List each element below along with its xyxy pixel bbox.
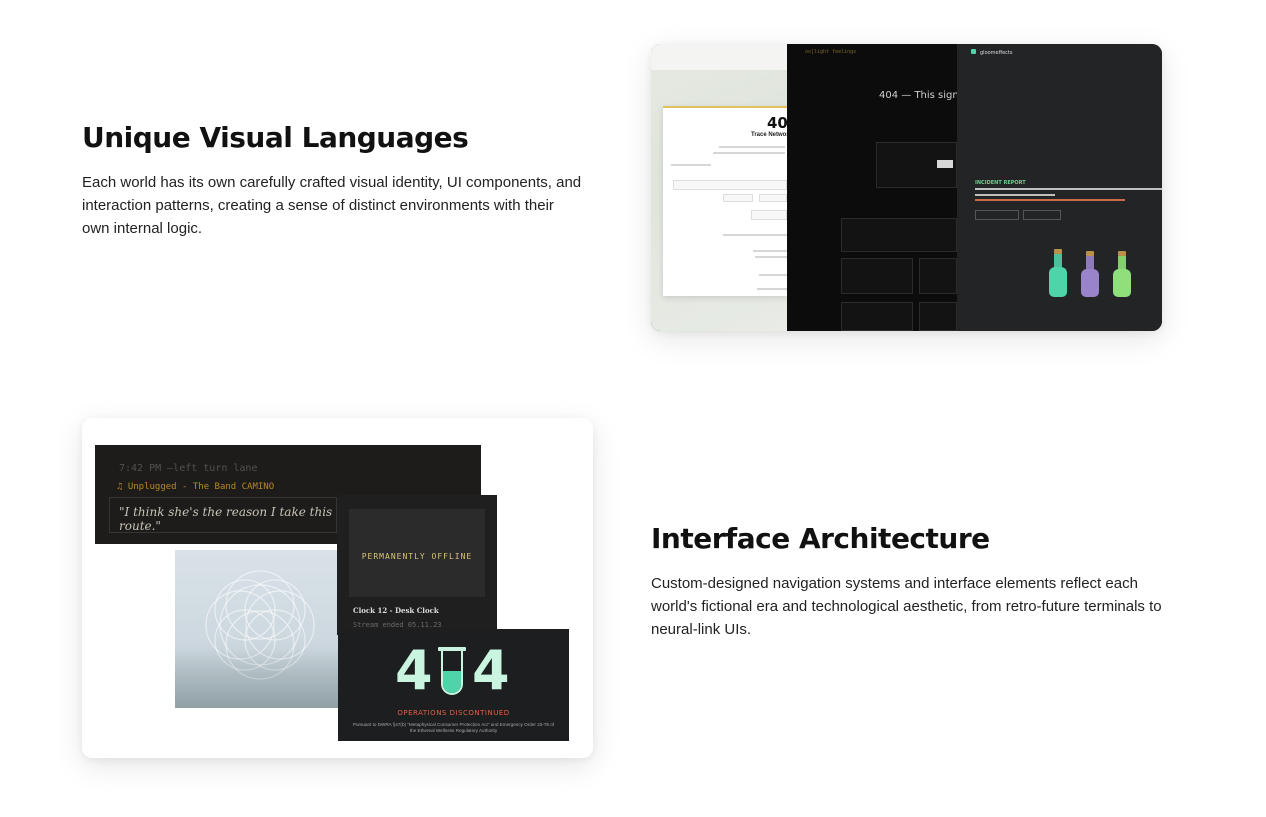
misty-forest-image (175, 550, 345, 708)
apothecary-panel: gloomeffects INCIDENT REPORT (957, 44, 1162, 331)
regulatory-fine-print: Pursuant to DWRA §47(b) "Metaphysical Co… (352, 722, 555, 733)
incident-report-label: INCIDENT REPORT (975, 180, 1026, 186)
clock-title-text: Clock 12 - Desk Clock (353, 606, 439, 615)
feature-description-visual-languages: Each world has its own carefully crafted… (82, 174, 582, 237)
visual-languages-collage-image: 404 Trace Network oo[light feelings 404 … (651, 44, 1162, 331)
operations-status-text: OPERATIONS DISCONTINUED (397, 709, 510, 717)
interface-architecture-collage-image: 7:42 PM —left turn lane ♫ Unplugged - Th… (82, 418, 593, 758)
teal-bottle-icon (1049, 249, 1067, 297)
dark-panel-tag: oo[light feelings (805, 49, 857, 55)
feature-title-interface-architecture: Interface Architecture (651, 522, 990, 555)
clock-stream-text: Stream ended 05.11.23 (353, 621, 442, 629)
feature-title-visual-languages: Unique Visual Languages (82, 121, 469, 154)
offline-status-text: PERMANENTLY OFFLINE (361, 552, 473, 561)
purple-bottle-icon (1081, 251, 1099, 297)
feature-description-interface-architecture: Custom-designed navigation systems and i… (651, 575, 1162, 638)
error-digit-left: 4 (395, 639, 433, 702)
green-bottle-icon (1113, 251, 1131, 297)
terminal-quote-text: "I think she's the reason I take this ro… (119, 505, 333, 533)
trace-network-label: Trace Network (751, 132, 793, 138)
operations-discontinued-card: 4 4 OPERATIONS DISCONTINUED Pursuant to … (338, 629, 569, 741)
error-digit-right: 4 (472, 639, 510, 702)
terminal-time-text: 7:42 PM —left turn lane (119, 463, 258, 474)
trace-network-card: 404 Trace Network (663, 106, 798, 296)
side-panel-header: gloomeffects (971, 49, 1012, 56)
terminal-song-text: ♫ Unplugged - The Band CAMINO (117, 482, 275, 492)
dark-signal-panel: oo[light feelings 404 — This signal n (787, 44, 977, 331)
map-world-panel: 404 Trace Network (651, 44, 798, 331)
desk-clock-card: PERMANENTLY OFFLINE Clock 12 - Desk Cloc… (337, 495, 497, 635)
clock-screen: PERMANENTLY OFFLINE (349, 509, 485, 597)
